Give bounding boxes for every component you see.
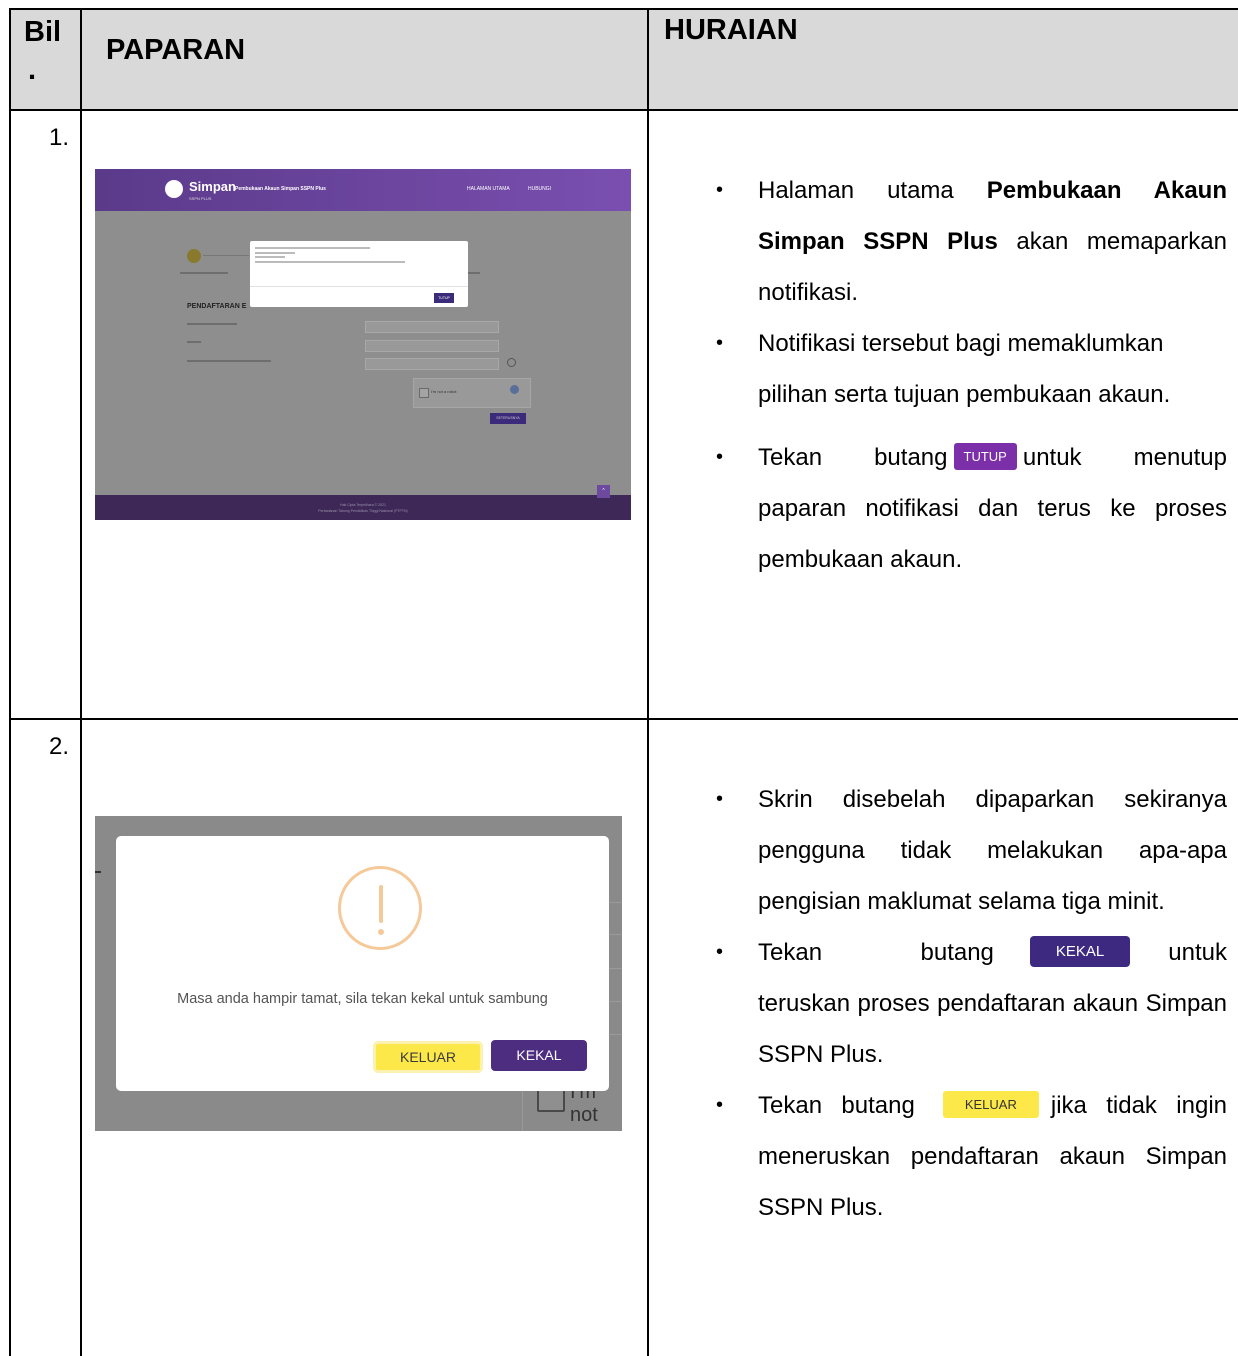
modal-text-line <box>255 252 295 254</box>
footer-org: Perbadanan Tabung Pendidikan Tinggi Nasi… <box>318 509 408 513</box>
text: Halaman utama <box>758 177 987 204</box>
header-bil-dot: . <box>28 54 37 86</box>
header-huraian: HURAIAN <box>664 14 798 46</box>
nav-title: Pembukaan Akaun Simpan SSPN Plus <box>235 186 326 192</box>
id-number-field[interactable] <box>365 321 499 333</box>
tutup-button[interactable]: TUTUP <box>434 293 454 303</box>
kekal-button-image: KEKAL <box>1029 936 1131 967</box>
text: Notifikasi tersebut bagi memaklumkan pil… <box>758 330 1171 408</box>
timeout-message: Masa anda hampir tamat, sila tekan kekal… <box>177 991 548 1007</box>
bullet-icon: • <box>716 446 724 468</box>
nav-link-contact[interactable]: HUBUNGI <box>528 186 551 192</box>
keluar-button-image: KELUAR <box>942 1091 1039 1118</box>
bullet-icon: • <box>716 179 724 201</box>
logo-text: Simpan <box>189 179 236 194</box>
table-border-col1 <box>80 8 82 1356</box>
table-border-row1 <box>9 718 1238 720</box>
text: Tekan butang <box>758 939 994 966</box>
bullet-icon: • <box>716 788 724 810</box>
warning-dot <box>378 929 384 935</box>
timeout-dialog: Masa anda hampir tamat, sila tekan kekal… <box>116 836 609 1091</box>
modal-divider <box>250 286 468 287</box>
simpan-logo-icon <box>165 180 183 198</box>
header-bil: Bil <box>24 16 62 48</box>
warning-bar <box>379 885 383 923</box>
next-button[interactable]: SETERUSNYA <box>490 413 526 424</box>
recaptcha-checkbox[interactable] <box>419 388 429 398</box>
screenshot-timeout: I'm not Masa anda hampir tamat, sila tek… <box>95 816 622 1131</box>
recaptcha-label: I'm not a robot <box>431 389 457 394</box>
text: Tekan butang <box>758 444 948 471</box>
row-number: 1. <box>49 124 70 151</box>
text: Skrin disebelah dipaparkan sekiranya pen… <box>758 786 1227 915</box>
row-number: 2. <box>49 733 70 760</box>
table-border-left <box>9 8 11 1356</box>
recaptcha-logo-icon <box>510 385 519 394</box>
step-label <box>180 272 228 274</box>
notification-modal: TUTUP <box>250 241 468 307</box>
referral-code-field[interactable] <box>365 358 499 370</box>
table-border-col2 <box>647 8 649 1356</box>
app-header: Simpan SSPN PLUS Pembukaan Akaun Simpan … <box>95 169 631 211</box>
row1-description: • Halaman utama Pembukaan Akaun Simpan SS… <box>680 165 1227 585</box>
table-border-header <box>9 109 1238 111</box>
tutup-button-image: TUTUP <box>953 443 1017 470</box>
nav-link-home[interactable]: HALAMAN UTAMA <box>467 186 510 192</box>
text: Tekan butang <box>758 1092 915 1119</box>
row2-description: • Skrin disebelah dipaparkan sekiranya pe… <box>680 774 1227 1233</box>
bullet-item: • Tekan butang TUTUP untuk menutup paparan … <box>680 432 1227 585</box>
field-label <box>187 360 271 362</box>
step-indicator <box>187 249 201 263</box>
bullet-icon: • <box>716 941 724 963</box>
header-paparan: PAPARAN <box>106 34 246 66</box>
kekal-button[interactable]: KEKAL <box>491 1040 587 1071</box>
keluar-button[interactable]: KELUAR <box>373 1041 483 1073</box>
footer-copyright: Hak Cipta Terpelihara © 2021 <box>340 503 386 507</box>
bullet-icon: • <box>716 332 724 354</box>
bullet-item: • Skrin disebelah dipaparkan sekiranya pe… <box>680 774 1227 927</box>
bullet-item: • Tekan butang KEKAL untuk teruskan proses … <box>680 927 1227 1080</box>
bg-dash <box>95 871 101 873</box>
bullet-item: • Notifikasi tersebut bagi memaklumkan pi… <box>680 318 1227 420</box>
app-footer: Hak Cipta Terpelihara © 2021 Perbadanan … <box>95 495 631 520</box>
warning-icon <box>338 866 422 950</box>
step-connector <box>203 255 249 256</box>
form-heading: PENDAFTARAN E <box>187 303 247 310</box>
table-border-top <box>9 8 1238 10</box>
modal-text-line <box>255 261 405 263</box>
step-label <box>466 272 480 274</box>
bullet-item: • Halaman utama Pembukaan Akaun Simpan SS… <box>680 165 1227 318</box>
info-icon <box>507 358 516 367</box>
modal-text-line <box>255 247 370 249</box>
field-label <box>187 323 237 325</box>
scroll-top-button[interactable]: ^ <box>597 485 610 498</box>
email-field[interactable] <box>365 340 499 352</box>
logo-subtitle: SSPN PLUS <box>189 196 212 201</box>
recaptcha-box[interactable]: I'm not a robot <box>413 378 531 408</box>
modal-text-line <box>255 256 285 258</box>
field-label <box>187 341 201 343</box>
bullet-icon: • <box>716 1094 724 1116</box>
bullet-item: • Tekan butang KELUAR jika tidak ingin mene… <box>680 1080 1227 1233</box>
screenshot-notification: Simpan SSPN PLUS Pembukaan Akaun Simpan … <box>95 169 631 520</box>
